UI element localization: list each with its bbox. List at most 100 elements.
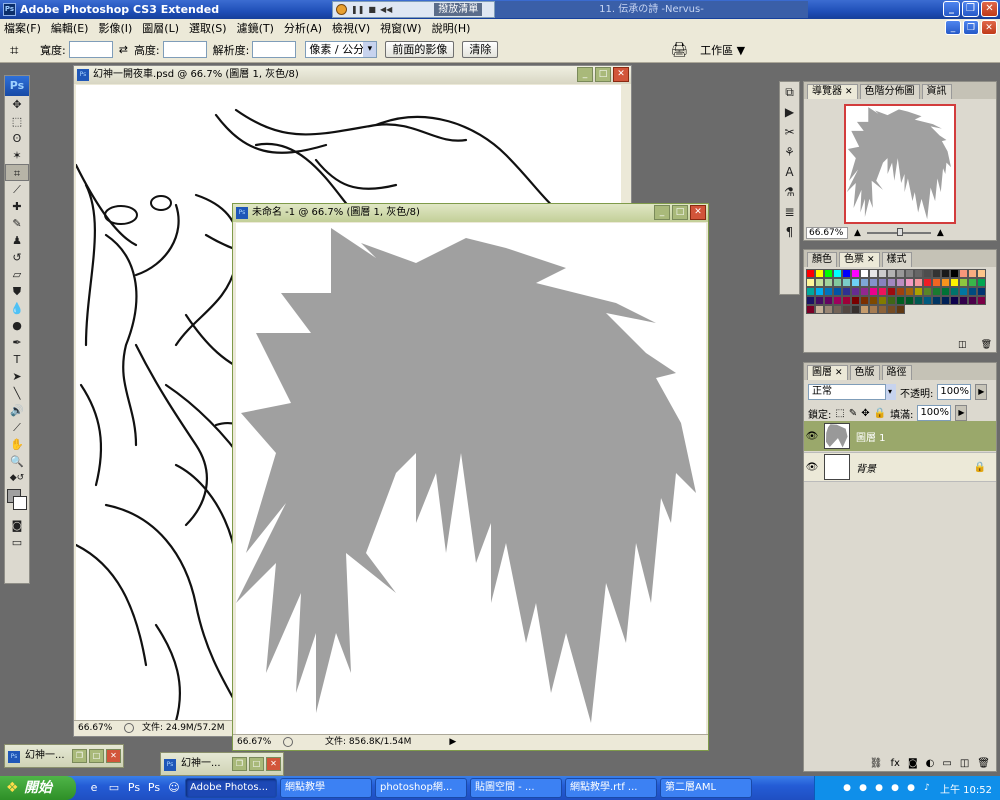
- eraser-tool-icon[interactable]: ▱: [5, 266, 29, 283]
- tab-layers[interactable]: 圖層 ✕: [807, 365, 848, 380]
- messenger-icon[interactable]: ☺: [166, 780, 182, 796]
- color-swatch[interactable]: [887, 269, 896, 278]
- close-button[interactable]: ✕: [106, 749, 121, 763]
- tab-info[interactable]: 資訊: [921, 84, 952, 99]
- zoom-readout[interactable]: 66.67%: [78, 721, 116, 736]
- zoom-tool-icon[interactable]: 🔍: [5, 453, 29, 470]
- layer-name[interactable]: 圖層 1: [856, 429, 886, 444]
- color-swatch[interactable]: [923, 296, 932, 305]
- color-swatch[interactable]: [878, 287, 887, 296]
- color-swatch[interactable]: [851, 278, 860, 287]
- swap-colors-icon[interactable]: ◆↺: [5, 470, 29, 487]
- line-tool-icon[interactable]: ╲: [5, 385, 29, 402]
- clock[interactable]: 上午 10:52: [940, 781, 992, 796]
- color-swatch[interactable]: [842, 278, 851, 287]
- tab-channels[interactable]: 色版: [849, 365, 880, 380]
- photoshop-icon[interactable]: Ps: [126, 780, 142, 796]
- layer-comps-icon[interactable]: ≣: [780, 202, 799, 222]
- color-swatch[interactable]: [968, 269, 977, 278]
- tab-paths[interactable]: 路徑: [881, 365, 912, 380]
- lasso-tool-icon[interactable]: ʘ: [5, 130, 29, 147]
- color-swatch[interactable]: [815, 278, 824, 287]
- minimized-document[interactable]: Ps 幻神一... ❐ □ ✕: [160, 752, 284, 776]
- delete-swatch-icon[interactable]: 🗑: [981, 340, 992, 350]
- pen-tool-icon[interactable]: ✒: [5, 334, 29, 351]
- hand-tool-icon[interactable]: ✋: [5, 436, 29, 453]
- media-player-bar[interactable]: ❚❚ ■ ◀◀ 撥放清單: [332, 1, 495, 18]
- tab-histogram[interactable]: 色階分佈圖: [859, 84, 920, 99]
- layer-row[interactable]: 👁 背景 🔒: [804, 452, 996, 482]
- actions-panel-icon[interactable]: ▶: [780, 102, 799, 122]
- color-swatch[interactable]: [923, 287, 932, 296]
- color-swatch[interactable]: [842, 296, 851, 305]
- dodge-tool-icon[interactable]: ●: [5, 317, 29, 334]
- new-group-icon[interactable]: ▭: [942, 758, 951, 769]
- clone-source-icon[interactable]: ⚗: [780, 182, 799, 202]
- color-swatch[interactable]: [842, 287, 851, 296]
- minimize-button[interactable]: _: [943, 1, 960, 17]
- color-swatch[interactable]: [932, 296, 941, 305]
- tray-icon[interactable]: ●: [840, 781, 854, 795]
- layer-mask-icon[interactable]: ◙: [908, 758, 918, 769]
- color-swatch[interactable]: [860, 287, 869, 296]
- brushes-panel-icon[interactable]: ⚘: [780, 142, 799, 162]
- color-swatch[interactable]: [896, 278, 905, 287]
- color-swatch[interactable]: [851, 287, 860, 296]
- doc-minimize-button[interactable]: _: [945, 20, 961, 35]
- color-swatch[interactable]: [833, 296, 842, 305]
- notes-tool-icon[interactable]: 🔊: [5, 402, 29, 419]
- color-swatch[interactable]: [869, 305, 878, 314]
- color-swatch[interactable]: [887, 278, 896, 287]
- color-swatch[interactable]: [968, 296, 977, 305]
- adjustment-layer-icon[interactable]: ◐: [926, 758, 935, 769]
- photoshop-icon[interactable]: Ps: [146, 780, 162, 796]
- color-swatch[interactable]: [842, 305, 851, 314]
- delete-layer-icon[interactable]: 🗑: [977, 758, 990, 769]
- lock-all-icon[interactable]: 🔒: [874, 408, 886, 419]
- history-brush-tool-icon[interactable]: ↺: [5, 249, 29, 266]
- opacity-arrow-icon[interactable]: ▶: [975, 384, 988, 400]
- color-swatch[interactable]: [941, 269, 950, 278]
- color-swatch[interactable]: [950, 278, 959, 287]
- start-button[interactable]: 開始: [0, 776, 76, 800]
- document-titlebar[interactable]: Ps 幻神一開夜車.psd @ 66.7% (圖層 1, 灰色/8) _ □ ✕: [74, 66, 631, 84]
- color-swatch[interactable]: [833, 269, 842, 278]
- color-swatch[interactable]: [959, 287, 968, 296]
- fill-field[interactable]: 100%: [917, 405, 952, 421]
- color-swatch[interactable]: [878, 278, 887, 287]
- menu-view[interactable]: 檢視(V): [332, 20, 370, 36]
- lock-transparent-icon[interactable]: ⬚: [835, 408, 844, 419]
- tray-icon[interactable]: ●: [856, 781, 870, 795]
- restore-button[interactable]: ❐: [962, 1, 979, 17]
- lock-pixels-icon[interactable]: ✎: [849, 408, 857, 419]
- document-close-button[interactable]: ✕: [613, 67, 629, 82]
- color-swatch[interactable]: [968, 278, 977, 287]
- healing-brush-tool-icon[interactable]: ✚: [5, 198, 29, 215]
- volume-icon[interactable]: ♪: [920, 781, 934, 795]
- character-panel-icon[interactable]: A: [780, 162, 799, 182]
- workspace-button[interactable]: 工作區 ▼: [700, 42, 745, 58]
- color-swatch[interactable]: [815, 269, 824, 278]
- new-layer-icon[interactable]: ◫: [960, 758, 969, 769]
- color-swatch[interactable]: [896, 287, 905, 296]
- color-swatches[interactable]: [5, 487, 29, 517]
- color-swatch[interactable]: [824, 305, 833, 314]
- color-swatch[interactable]: [878, 305, 887, 314]
- color-swatch[interactable]: [887, 287, 896, 296]
- color-swatch[interactable]: [923, 278, 932, 287]
- menu-edit[interactable]: 編輯(E): [51, 20, 89, 36]
- document-window-untitled[interactable]: Ps 未命名 -1 @ 66.7% (圖層 1, 灰色/8) _ □ ✕ 66.…: [232, 203, 709, 751]
- task-wordpad[interactable]: 網點教學.rtf ...: [565, 778, 657, 798]
- color-swatch[interactable]: [806, 296, 815, 305]
- document-titlebar[interactable]: Ps 未命名 -1 @ 66.7% (圖層 1, 灰色/8) _ □ ✕: [233, 204, 708, 222]
- task-folder[interactable]: 網點教學: [280, 778, 372, 798]
- color-swatch[interactable]: [815, 305, 824, 314]
- tray-icon[interactable]: ●: [888, 781, 902, 795]
- menu-analysis[interactable]: 分析(A): [284, 20, 322, 36]
- tab-navigator[interactable]: 導覽器 ✕: [807, 84, 858, 99]
- color-swatch[interactable]: [950, 287, 959, 296]
- color-swatch[interactable]: [896, 269, 905, 278]
- restore-button[interactable]: ❐: [72, 749, 87, 763]
- info-icon[interactable]: [124, 723, 134, 733]
- color-swatch[interactable]: [815, 287, 824, 296]
